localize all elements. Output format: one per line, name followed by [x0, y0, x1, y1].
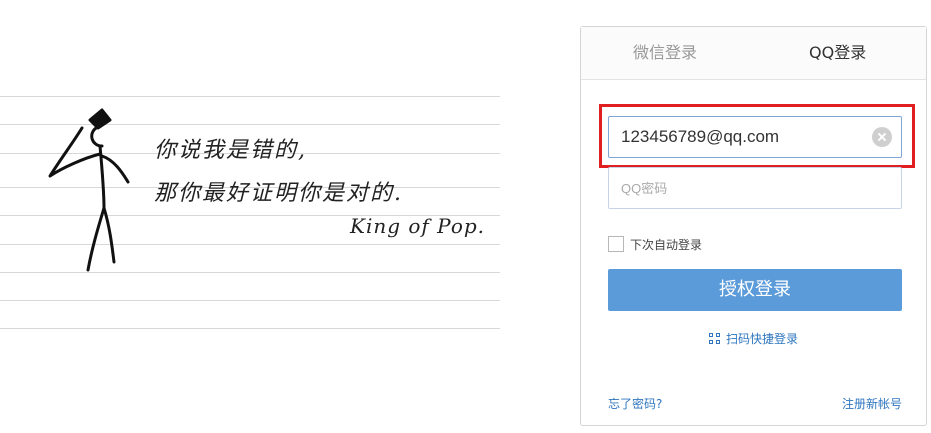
illustration: 你说我是错的, 那你最好证明你是对的. King of Pop. [0, 0, 560, 433]
username-input[interactable] [609, 117, 871, 157]
remember-me[interactable]: 下次自动登录 [608, 235, 702, 253]
login-card: 微信登录 QQ登录 下次自动登录 授权登录 扫码快捷登录 忘了密码? 注册新帐号 [580, 26, 927, 426]
dancer-figure [48, 108, 130, 272]
authorize-login-button[interactable]: 授权登录 [608, 269, 902, 311]
login-tabs: 微信登录 QQ登录 [581, 27, 926, 80]
quote-line-2: 那你最好证明你是对的. [154, 181, 403, 206]
qr-login-label: 扫码快捷登录 [726, 332, 799, 346]
remember-checkbox[interactable] [608, 236, 624, 252]
tab-wechat-login[interactable]: 微信登录 [633, 27, 697, 79]
username-field [608, 116, 902, 158]
password-input[interactable] [609, 168, 871, 208]
qr-code-icon [709, 333, 720, 344]
remember-label: 下次自动登录 [630, 237, 703, 252]
password-field [608, 167, 902, 209]
tab-qq-login[interactable]: QQ登录 [809, 27, 866, 79]
quote-signature: King of Pop. [350, 214, 486, 238]
register-account-link[interactable]: 注册新帐号 [842, 395, 902, 412]
forgot-password-link[interactable]: 忘了密码? [608, 395, 662, 412]
quote-line-1: 你说我是错的, [154, 138, 307, 163]
clear-icon[interactable] [872, 127, 892, 147]
qr-login-link[interactable]: 扫码快捷登录 [709, 330, 798, 347]
